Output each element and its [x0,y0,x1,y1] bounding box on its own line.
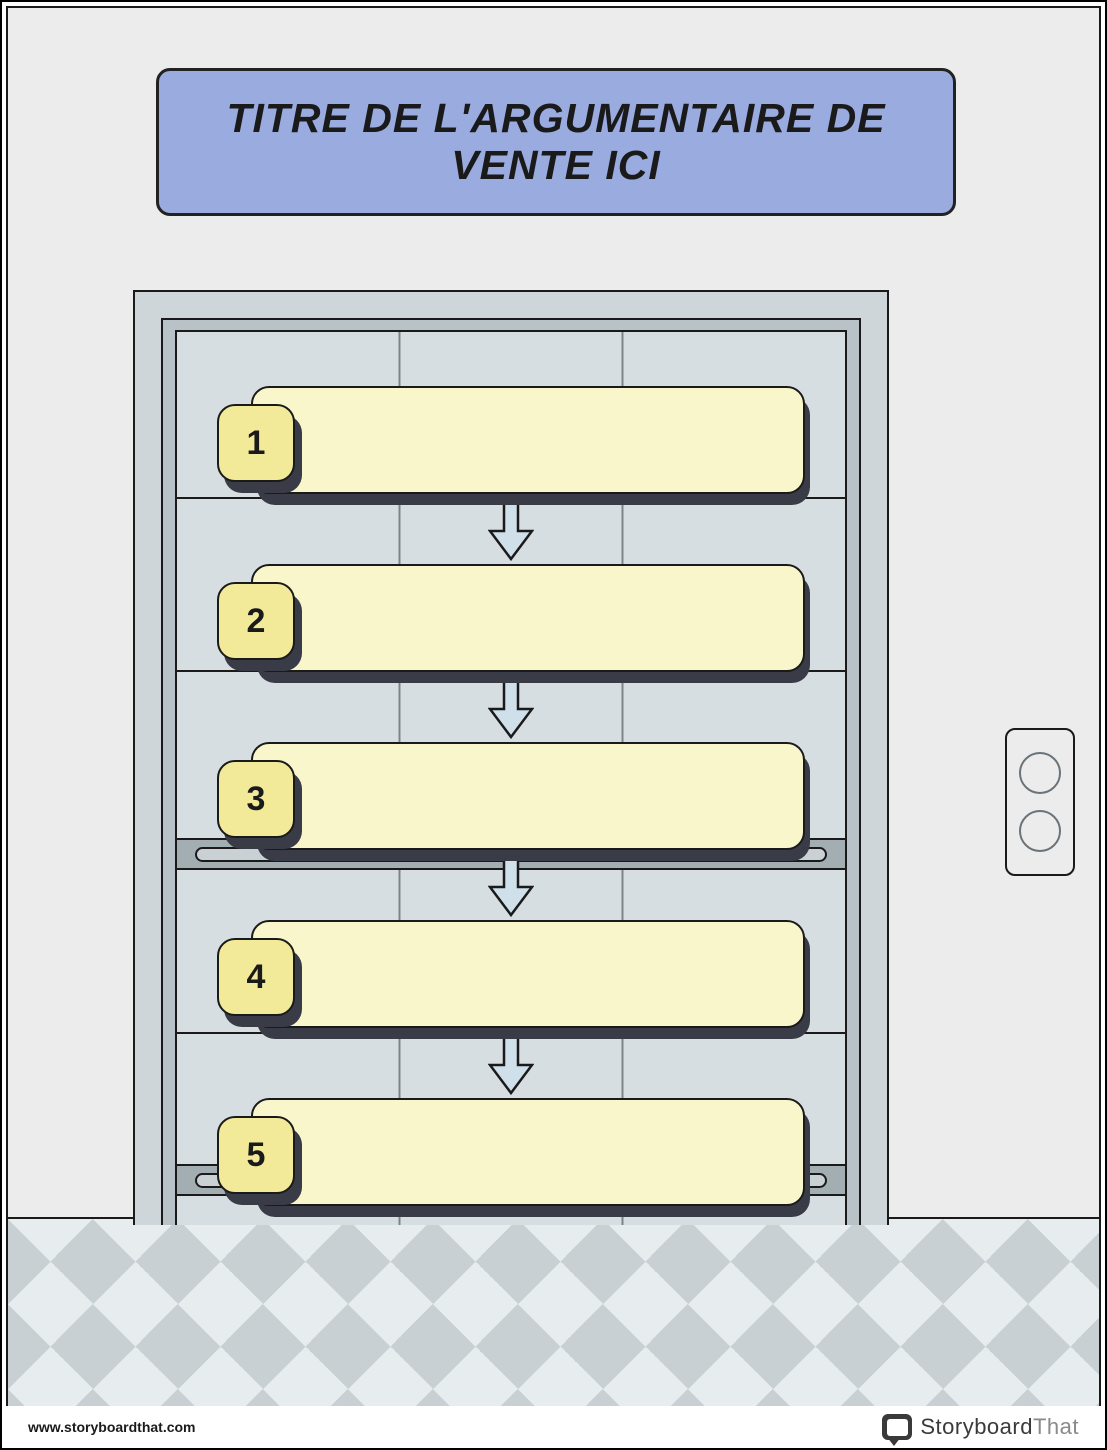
elevator-down-button[interactable] [1019,810,1061,852]
step-number: 3 [217,760,295,838]
brand-text: StoryboardThat [920,1414,1079,1440]
step-row: 1 [217,386,805,494]
step-row: 4 [217,920,805,1028]
arrow-down-icon [488,497,534,561]
step-card[interactable] [251,564,805,672]
step-card[interactable] [251,1098,805,1206]
step-number: 1 [217,404,295,482]
template-page: TITRE DE L'ARGUMENTAIRE DE VENTE ICI [0,0,1107,1450]
elevator-cab: 1 2 [175,330,847,1225]
footer: www.storyboardthat.com StoryboardThat [2,1406,1105,1448]
step-number: 4 [217,938,295,1016]
brand[interactable]: StoryboardThat [882,1414,1079,1440]
scene: TITRE DE L'ARGUMENTAIRE DE VENTE ICI [6,6,1101,1444]
footer-url[interactable]: www.storyboardthat.com [28,1419,196,1435]
step-card[interactable] [251,742,805,850]
title-text: TITRE DE L'ARGUMENTAIRE DE VENTE ICI [189,95,923,189]
step-card[interactable] [251,920,805,1028]
step-card[interactable] [251,386,805,494]
steps-container: 1 2 [217,386,805,1206]
elevator-frame: 1 2 [133,290,889,1225]
title-box[interactable]: TITRE DE L'ARGUMENTAIRE DE VENTE ICI [156,68,956,216]
speech-bubble-icon [882,1414,912,1440]
step-row: 5 [217,1098,805,1206]
arrow-down-icon [488,1031,534,1095]
step-row: 2 [217,564,805,672]
arrow-down-icon [488,853,534,917]
step-number: 2 [217,582,295,660]
elevator-up-button[interactable] [1019,752,1061,794]
arrow-down-icon [488,675,534,739]
elevator-call-panel [1005,728,1075,876]
step-number: 5 [217,1116,295,1194]
elevator-inner-frame: 1 2 [161,318,861,1225]
step-row: 3 [217,742,805,850]
